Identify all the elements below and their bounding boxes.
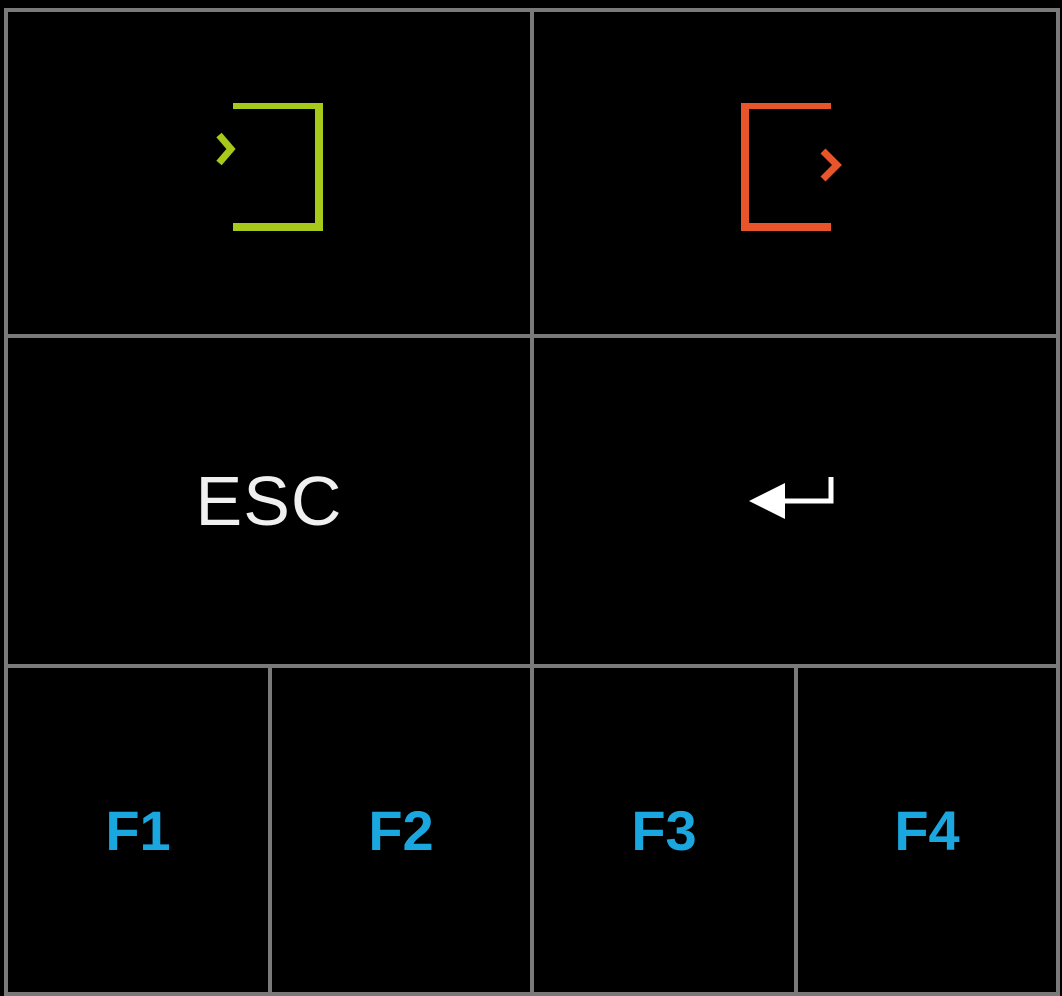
enter-icon	[749, 477, 834, 519]
esc-label: ESC	[195, 462, 343, 540]
f1-label: F1	[105, 798, 171, 862]
logout-icon	[741, 103, 842, 231]
f3-button[interactable]: F3	[534, 668, 794, 992]
f2-label: F2	[368, 798, 434, 862]
f4-label: F4	[894, 798, 960, 862]
login-button[interactable]	[8, 12, 530, 334]
enter-button[interactable]	[534, 338, 1056, 664]
f4-button[interactable]: F4	[798, 668, 1056, 992]
f3-label: F3	[631, 798, 697, 862]
f2-button[interactable]: F2	[272, 668, 530, 992]
f1-button[interactable]: F1	[8, 668, 268, 992]
login-icon	[216, 103, 323, 231]
keypad: ESC F1 F2 F3 F4	[4, 8, 1060, 996]
esc-button[interactable]: ESC	[8, 338, 530, 664]
logout-button[interactable]	[534, 12, 1056, 334]
